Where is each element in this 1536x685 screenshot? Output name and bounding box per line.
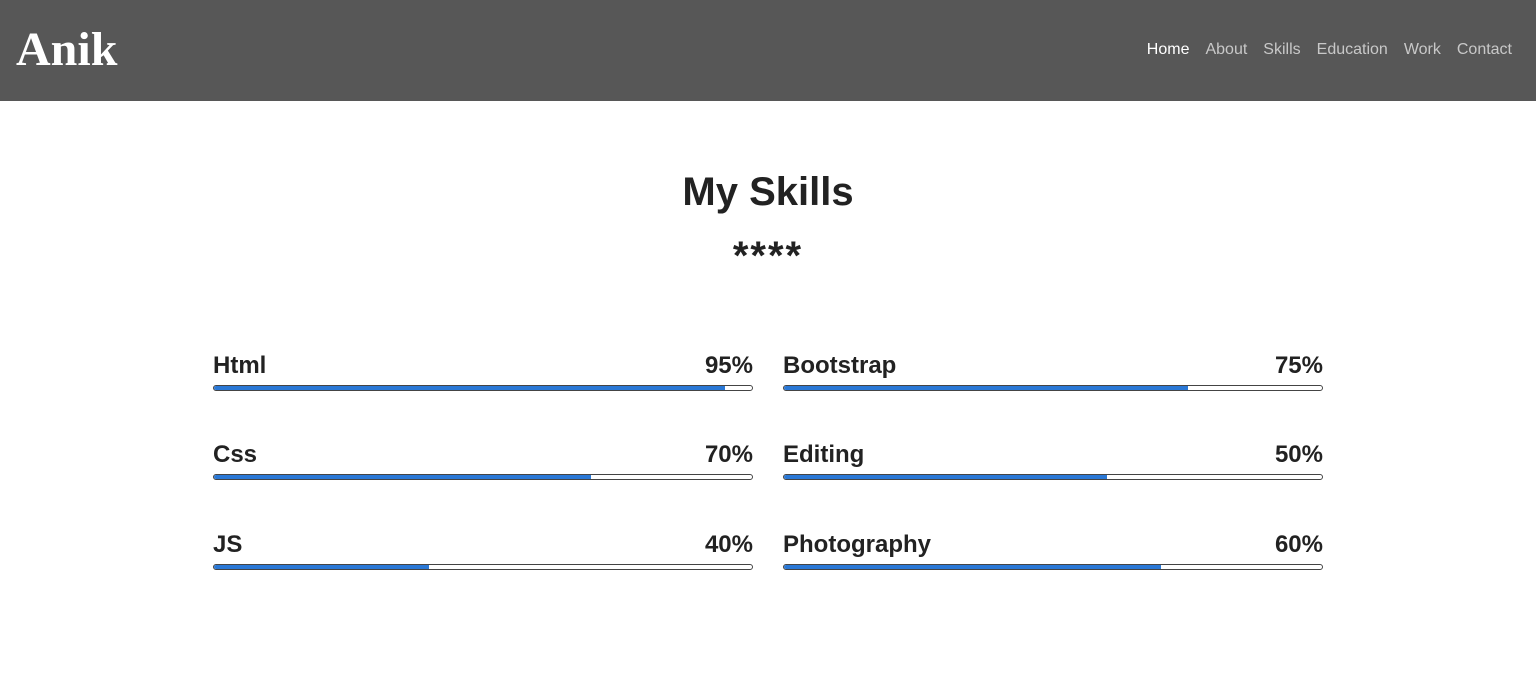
progress-fill	[214, 475, 591, 479]
nav-item-work[interactable]: Work	[1404, 40, 1441, 60]
progress-bar	[783, 385, 1323, 391]
nav-item-skills[interactable]: Skills	[1263, 40, 1300, 60]
skill-percent: 75%	[1274, 352, 1323, 379]
section-title: My Skills	[682, 170, 854, 214]
brand-logo[interactable]: Anik	[16, 22, 117, 78]
progress-fill	[784, 386, 1188, 390]
skill-name: Photography	[783, 531, 931, 558]
skill-bootstrap: Bootstrap 75%	[783, 352, 1323, 398]
nav-item-about[interactable]: About	[1205, 40, 1247, 60]
skill-percent: 95%	[704, 352, 753, 379]
progress-bar	[213, 564, 753, 570]
skill-css: Css 70%	[213, 441, 753, 487]
skill-percent: 60%	[1274, 531, 1323, 558]
skill-name: Editing	[783, 441, 865, 468]
skill-editing: Editing 50%	[783, 441, 1323, 487]
skill-name: Bootstrap	[783, 352, 897, 379]
progress-fill	[214, 565, 430, 569]
progress-bar	[783, 564, 1323, 570]
progress-fill	[214, 386, 726, 390]
nav-item-home[interactable]: Home	[1147, 40, 1190, 60]
navbar: Anik Home About Skills Education Work Co…	[0, 0, 1536, 101]
skill-name: Css	[213, 441, 258, 468]
progress-fill	[784, 565, 1161, 569]
progress-bar	[783, 474, 1323, 480]
nav-item-education[interactable]: Education	[1317, 40, 1388, 60]
skill-js: JS 40%	[213, 531, 753, 577]
nav-menu: Home About Skills Education Work Contact	[1131, 40, 1512, 60]
skill-percent: 40%	[704, 531, 753, 558]
section-divider: ****	[732, 234, 804, 278]
progress-bar	[213, 474, 753, 480]
nav-item-contact[interactable]: Contact	[1457, 40, 1512, 60]
skill-name: Html	[213, 352, 267, 379]
skill-name: JS	[213, 531, 243, 558]
progress-bar	[213, 385, 753, 391]
skill-percent: 70%	[704, 441, 753, 468]
skill-html: Html 95%	[213, 352, 753, 398]
progress-fill	[784, 475, 1107, 479]
skill-photography: Photography 60%	[783, 531, 1323, 577]
skill-percent: 50%	[1274, 441, 1323, 468]
